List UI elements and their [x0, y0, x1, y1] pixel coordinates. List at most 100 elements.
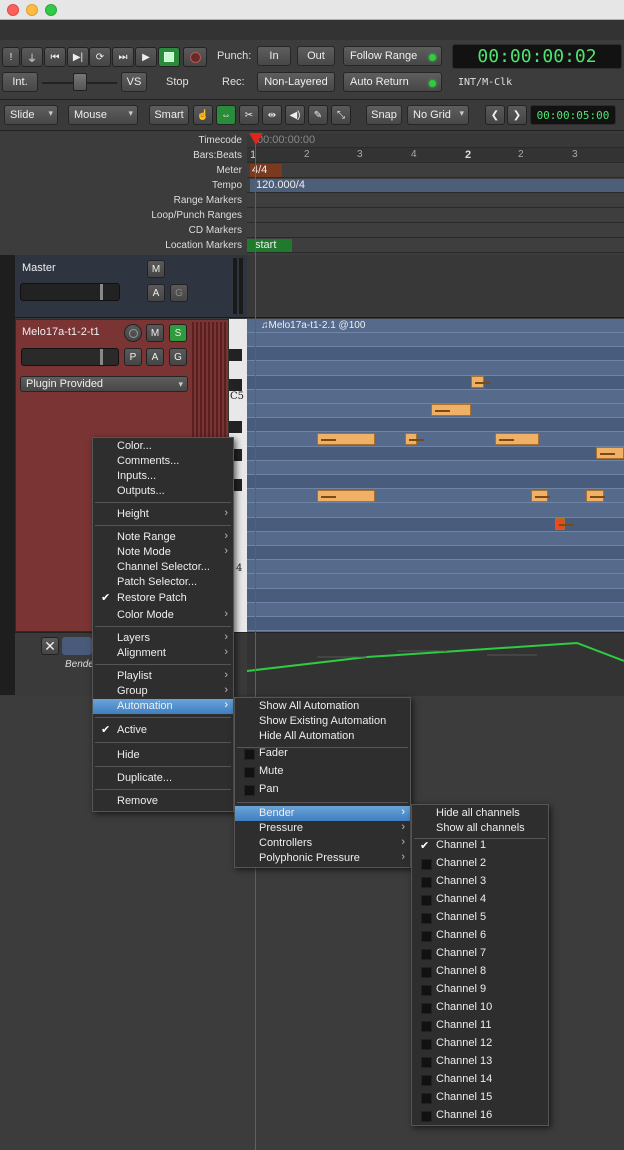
note-lane[interactable]: [247, 559, 624, 574]
menu-item-hide-all-automation[interactable]: Hide All Automation: [235, 729, 410, 744]
menu-item-pan[interactable]: Pan: [235, 781, 410, 799]
midi-note[interactable]: [317, 433, 375, 445]
midi-note[interactable]: [317, 490, 375, 502]
menu-item-note-range[interactable]: Note Range ›: [93, 530, 233, 545]
menu-item-channel-selector[interactable]: Channel Selector...: [93, 560, 233, 575]
menu-item-show-existing-automation[interactable]: Show Existing Automation: [235, 714, 410, 729]
note-lane[interactable]: [247, 332, 624, 346]
note-lane[interactable]: [247, 601, 624, 616]
menu-item-channel[interactable]: Channel 15: [412, 1089, 548, 1107]
location-markers-ruler[interactable]: start: [247, 238, 624, 253]
menu-item-show-all-automation[interactable]: Show All Automation: [235, 699, 410, 714]
metronome-icon[interactable]: ⏚: [21, 47, 43, 67]
midi-note[interactable]: [431, 404, 471, 416]
close-window-button[interactable]: [7, 4, 19, 16]
smart-mode-button[interactable]: Smart: [149, 105, 189, 125]
menu-item-channel[interactable]: Channel 14: [412, 1071, 548, 1089]
menu-item-note-mode[interactable]: Note Mode ›: [93, 545, 233, 560]
grid-dropdown[interactable]: No Grid: [407, 105, 469, 125]
stretch-tool-icon[interactable]: ⇹: [262, 105, 282, 125]
rec-mode-button[interactable]: Non-Layered: [257, 72, 335, 92]
track-gain-fader[interactable]: [21, 348, 119, 366]
minimize-window-button[interactable]: [26, 4, 38, 16]
note-lane[interactable]: [247, 417, 624, 432]
stop-icon[interactable]: [158, 47, 180, 67]
cd-markers-ruler[interactable]: [247, 223, 624, 238]
loop-punch-ruler[interactable]: [247, 208, 624, 223]
internal-sync-button[interactable]: Int.: [2, 72, 38, 92]
menu-item-channel[interactable]: Channel 3: [412, 873, 548, 891]
playhead-marker-icon[interactable]: [249, 133, 263, 145]
menu-item-channel[interactable]: Channel 12: [412, 1035, 548, 1053]
play-range-icon[interactable]: ▶|: [67, 47, 89, 67]
tempo-ruler[interactable]: 120.000/4: [247, 178, 624, 193]
start-marker[interactable]: start: [247, 239, 292, 252]
note-lane[interactable]: [247, 502, 624, 517]
midi-note[interactable]: [531, 490, 550, 502]
menu-item-fader[interactable]: Fader: [235, 745, 410, 763]
audition-tool-icon[interactable]: ◀): [285, 105, 305, 125]
menu-item-channel[interactable]: Channel 16: [412, 1107, 548, 1125]
menu-item-inputs[interactable]: Inputs...: [93, 469, 233, 484]
track-playlist-button[interactable]: P: [124, 348, 142, 366]
note-lane[interactable]: [247, 445, 624, 460]
goto-start-icon[interactable]: ⏮: [44, 47, 66, 67]
menu-item-playlist[interactable]: Playlist ›: [93, 669, 233, 684]
play-icon[interactable]: ▶: [135, 47, 157, 67]
range-markers-ruler[interactable]: [247, 193, 624, 208]
menu-item-comments[interactable]: Comments...: [93, 454, 233, 469]
note-lane[interactable]: [247, 360, 624, 375]
menu-item-show-all-channels[interactable]: Show all channels: [412, 821, 548, 836]
plugin-dropdown[interactable]: Plugin Provided: [20, 376, 188, 392]
nudge-back-icon[interactable]: ❮: [485, 105, 505, 125]
menu-item-restore-patch[interactable]: ✔ Restore Patch: [93, 591, 233, 606]
menu-item-active[interactable]: ✔ Active: [93, 723, 233, 738]
menu-item-mute[interactable]: Mute: [235, 763, 410, 781]
menu-item-automation[interactable]: Automation ›: [93, 699, 233, 714]
note-lane[interactable]: [247, 346, 624, 361]
menu-item-channel[interactable]: Channel 7: [412, 945, 548, 963]
menu-item-outputs[interactable]: Outputs...: [93, 484, 233, 499]
shuttle-slider-handle[interactable]: [73, 73, 87, 91]
cut-tool-icon[interactable]: ✂: [239, 105, 259, 125]
automation-mode-button[interactable]: [62, 637, 92, 655]
track-record-icon[interactable]: [124, 324, 142, 342]
menu-item-hide[interactable]: Hide: [93, 748, 233, 763]
track-mute-button[interactable]: M: [146, 324, 164, 342]
master-track-header[interactable]: Master M A G: [15, 255, 247, 318]
midi-note[interactable]: [586, 490, 605, 502]
automation-lane-canvas[interactable]: [247, 632, 624, 696]
menu-item-channel[interactable]: Channel 4: [412, 891, 548, 909]
menu-item-channel[interactable]: Channel 8: [412, 963, 548, 981]
menu-item-group[interactable]: Group ›: [93, 684, 233, 699]
loop-icon[interactable]: ⟳: [89, 47, 111, 67]
note-lane[interactable]: [247, 474, 624, 488]
menu-item-patch-selector[interactable]: Patch Selector...: [93, 575, 233, 590]
primary-clock[interactable]: 00:00:00:02: [452, 44, 622, 69]
menu-item-pressure[interactable]: Pressure ›: [235, 821, 410, 836]
menu-item-controllers[interactable]: Controllers ›: [235, 836, 410, 851]
midi-note[interactable]: [471, 376, 490, 388]
menu-item-channel[interactable]: Channel 13: [412, 1053, 548, 1071]
panic-icon[interactable]: !: [2, 47, 20, 67]
goto-end-icon[interactable]: ⏭: [112, 47, 134, 67]
follow-range-button[interactable]: Follow Range: [343, 46, 442, 66]
note-lane[interactable]: [247, 530, 624, 545]
menu-item-color-mode[interactable]: Color Mode ›: [93, 608, 233, 623]
punch-in-button[interactable]: In: [257, 46, 291, 66]
menu-item-duplicate[interactable]: Duplicate...: [93, 771, 233, 786]
midi-note[interactable]: [596, 447, 624, 459]
bars-beats-ruler[interactable]: 1 2 3 4 2 2 3: [247, 148, 624, 163]
midi-note[interactable]: [495, 433, 539, 445]
content-tool-icon[interactable]: ⤡: [331, 105, 351, 125]
menu-item-color[interactable]: Color...: [93, 439, 233, 454]
master-track-canvas[interactable]: [247, 255, 624, 318]
midi-note[interactable]: [405, 433, 424, 445]
range-tool-icon[interactable]: ⇔: [216, 105, 236, 125]
track-automation-button[interactable]: A: [146, 348, 164, 366]
master-group-button[interactable]: G: [170, 284, 188, 302]
menu-item-channel[interactable]: Channel 10: [412, 999, 548, 1017]
note-lane[interactable]: [247, 374, 624, 389]
close-automation-icon[interactable]: ✕: [41, 637, 59, 655]
master-gain-fader[interactable]: [20, 283, 120, 301]
